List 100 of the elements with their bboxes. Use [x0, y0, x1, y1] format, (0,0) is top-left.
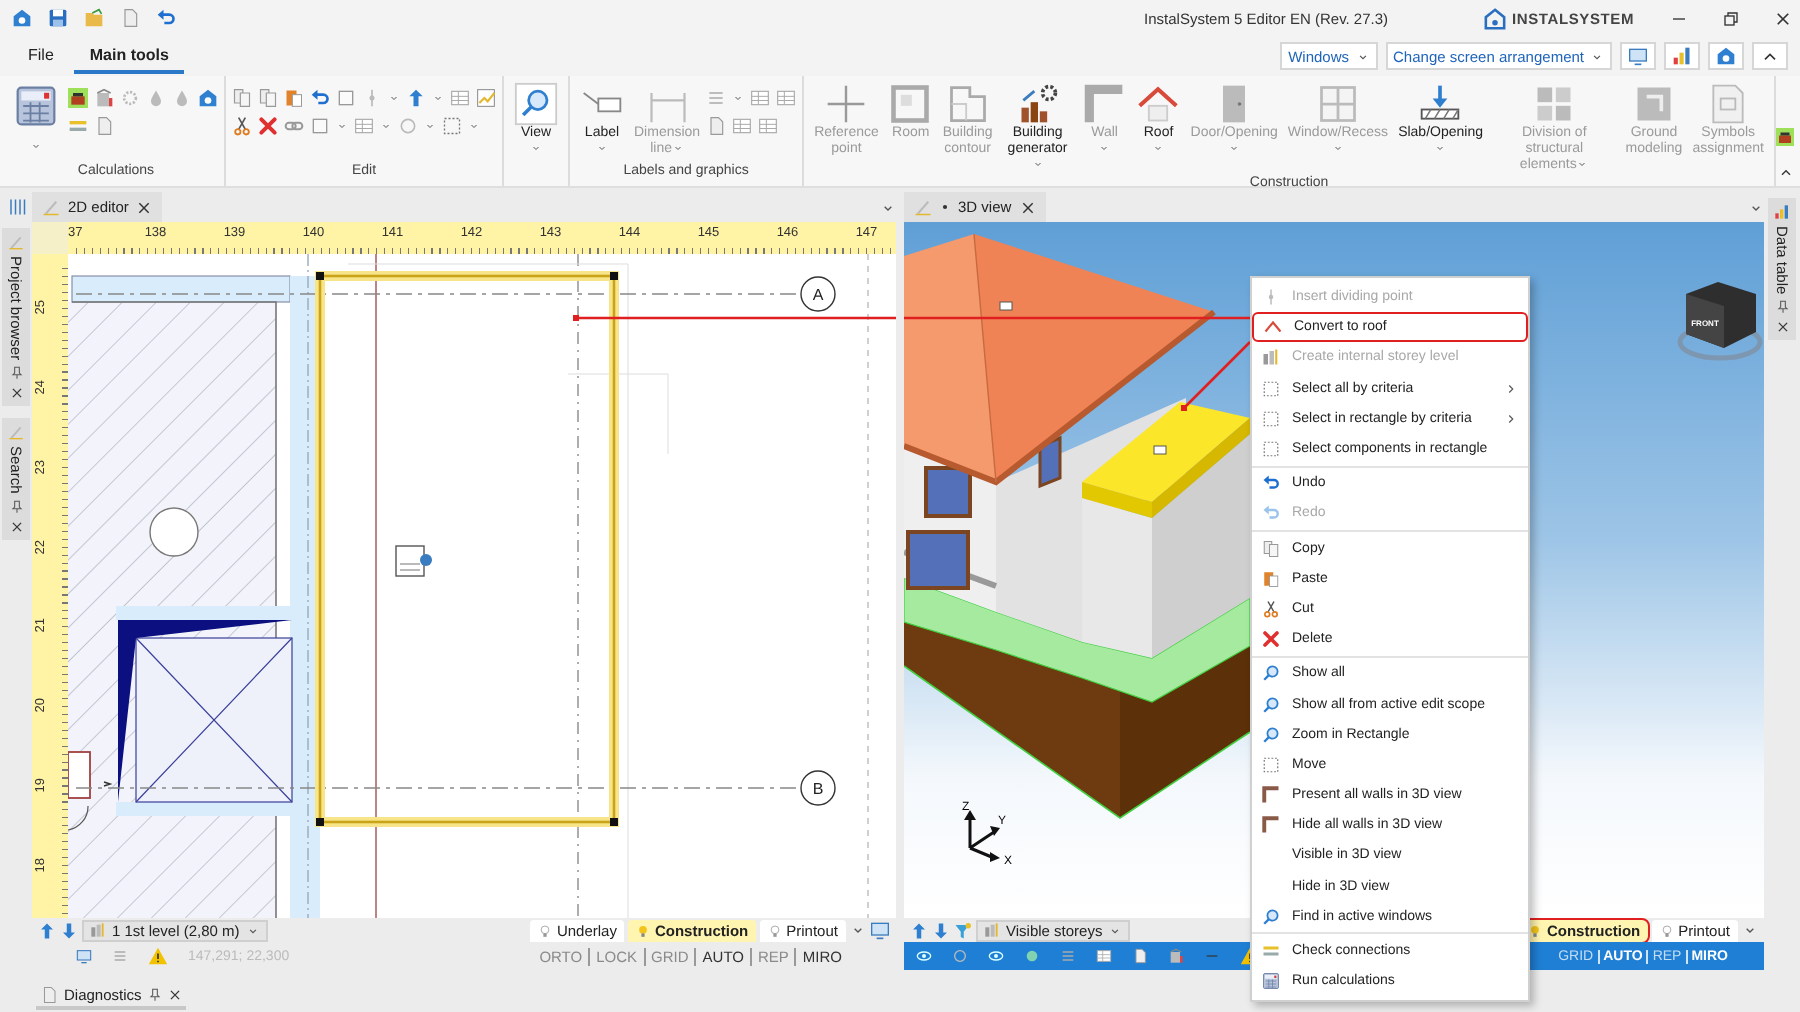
eye-icon[interactable]	[916, 948, 932, 964]
device-icon[interactable]	[68, 88, 88, 108]
panels-icon[interactable]	[7, 198, 25, 216]
caret-icon[interactable]	[432, 92, 444, 104]
arrow-down-icon[interactable]	[60, 921, 78, 939]
monitor-icon[interactable]	[870, 920, 890, 940]
stripes-icon[interactable]	[68, 116, 88, 136]
building-icon[interactable]	[94, 88, 114, 108]
funnel-icon[interactable]	[954, 921, 972, 939]
sphere-icon[interactable]	[1024, 948, 1040, 964]
square-icon[interactable]	[310, 116, 330, 136]
copy-icon[interactable]	[232, 88, 252, 108]
grid-axis: A	[75, 276, 836, 312]
copy-icon	[1262, 539, 1280, 558]
pencil-icon	[42, 198, 60, 216]
house-button[interactable]	[1708, 42, 1744, 70]
caret-icon	[1590, 49, 1604, 63]
magnifier-icon	[1262, 907, 1280, 926]
undo-icon[interactable]	[310, 88, 330, 108]
table-icon[interactable]	[750, 88, 771, 108]
close-icon[interactable]	[136, 199, 153, 215]
arrow-up-icon[interactable]	[38, 921, 56, 939]
caret-icon[interactable]	[336, 120, 348, 132]
copy-icon[interactable]	[258, 88, 278, 108]
dashed-box-icon[interactable]	[442, 116, 462, 136]
eye-icon[interactable]	[988, 948, 1004, 964]
building-icon[interactable]	[1168, 948, 1184, 964]
table-icon[interactable]	[776, 88, 797, 108]
delete-icon	[1262, 630, 1280, 649]
cut-icon[interactable]	[232, 116, 252, 136]
save-icon[interactable]	[48, 8, 68, 28]
pin-icon[interactable]	[147, 987, 162, 1001]
caret-icon[interactable]	[388, 92, 400, 104]
page-icon[interactable]	[94, 116, 114, 136]
gear-icon[interactable]	[120, 88, 140, 108]
monitor-button[interactable]	[1620, 42, 1656, 70]
calculator-icon[interactable]	[14, 84, 58, 128]
undo-icon	[1262, 474, 1280, 493]
collapse-button[interactable]	[1752, 42, 1788, 70]
close-icon[interactable]	[1019, 199, 1036, 215]
pin-icon[interactable]	[9, 499, 23, 514]
arrow-down-icon[interactable]	[932, 921, 950, 939]
menu-tab[interactable]: File	[12, 39, 70, 73]
paste-icon[interactable]	[284, 88, 304, 108]
monitor-icon	[1628, 46, 1648, 66]
caret-icon[interactable]	[468, 120, 480, 132]
house-icon	[1716, 46, 1736, 66]
pin-icon[interactable]	[9, 366, 23, 381]
outline-icon	[945, 82, 990, 126]
undo-icon[interactable]	[156, 8, 176, 28]
redo-icon	[1262, 504, 1280, 523]
caret-icon	[1355, 49, 1370, 63]
page-icon[interactable]	[120, 8, 140, 28]
close-icon[interactable]	[9, 386, 23, 401]
pin-icon[interactable]	[1775, 300, 1789, 315]
page-icon[interactable]	[706, 116, 727, 136]
arrow-up-icon[interactable]	[406, 88, 426, 108]
collapse-icon[interactable]	[1778, 164, 1794, 180]
house-icon[interactable]	[12, 8, 32, 28]
table-icon[interactable]	[732, 116, 753, 136]
dashed-box-icon	[1262, 440, 1280, 459]
close-icon[interactable]	[1775, 320, 1789, 335]
table-icon[interactable]	[450, 88, 470, 108]
house-icon[interactable]	[198, 88, 218, 108]
house-logo-icon	[1484, 7, 1507, 29]
close-icon[interactable]	[9, 519, 23, 534]
folder-icon[interactable]	[84, 8, 104, 28]
storey-level-icon	[1262, 348, 1280, 367]
caret-icon[interactable]	[380, 120, 392, 132]
page-icon	[40, 985, 58, 1003]
close-icon[interactable]	[1774, 9, 1792, 27]
caret-icon[interactable]	[424, 120, 436, 132]
close-icon[interactable]	[167, 987, 182, 1001]
monitor-icon[interactable]	[76, 948, 92, 964]
arrow-up-icon[interactable]	[910, 921, 928, 939]
caret-icon[interactable]	[732, 92, 745, 104]
pencil-icon	[8, 234, 24, 250]
warning-icon	[148, 946, 168, 966]
room-icon	[888, 82, 933, 126]
circle-icon[interactable]	[952, 948, 968, 964]
link-icon[interactable]	[284, 116, 304, 136]
device-icon[interactable]	[1776, 128, 1794, 146]
caret-icon	[245, 923, 260, 937]
chart-icon[interactable]	[476, 88, 496, 108]
square-icon[interactable]	[336, 88, 356, 108]
bulb-icon	[1528, 923, 1543, 937]
delete-icon[interactable]	[258, 116, 278, 136]
circle-icon[interactable]	[398, 116, 418, 136]
caret-icon[interactable]	[30, 140, 42, 152]
dashed-box-icon	[1262, 755, 1280, 774]
magnifier-icon	[1262, 725, 1280, 744]
page-icon[interactable]	[1132, 948, 1148, 964]
table-icon[interactable]	[758, 116, 779, 136]
storey-level-icon	[984, 922, 1000, 938]
restore-icon[interactable]	[1722, 9, 1740, 27]
table-icon[interactable]	[354, 116, 374, 136]
table-icon[interactable]	[1096, 948, 1112, 964]
bulb-icon	[1660, 923, 1675, 937]
layers-button[interactable]	[1664, 42, 1700, 70]
grid-axis: B	[75, 770, 836, 806]
